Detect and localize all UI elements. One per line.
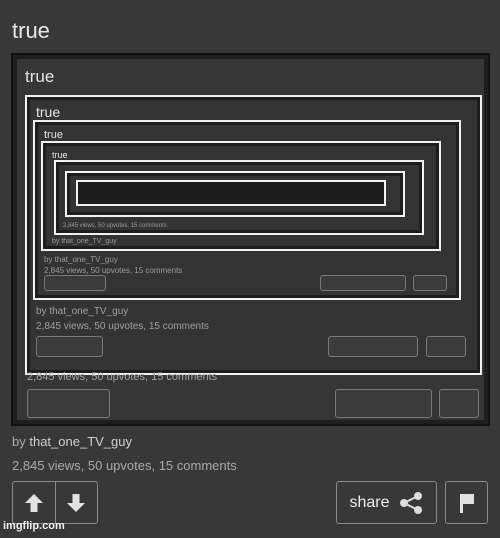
nested-flag-3 xyxy=(413,275,447,291)
nested-share-3 xyxy=(320,275,406,291)
nested-stats-3: 2,845 views, 50 upvotes, 15 comments xyxy=(44,266,183,275)
flag-button[interactable] xyxy=(445,481,488,524)
meme-image-frame: true true true true 2,845 views, 50 upvo… xyxy=(17,59,484,420)
post-stats: 2,845 views, 50 upvotes, 15 comments xyxy=(12,458,237,473)
embedded-vote-group xyxy=(27,389,110,418)
upvote-button[interactable] xyxy=(13,482,55,523)
embedded-title: true xyxy=(25,67,55,86)
nested-screenshot-2: true true 2,845 views, 50 upvotes, 15 co… xyxy=(33,120,461,300)
embedded-stats: 2,845 views, 50 upvotes, 15 comments xyxy=(27,371,218,383)
post-title: true xyxy=(12,18,50,43)
nested-author-3: by that_one_TV_guy xyxy=(44,255,118,264)
nested-title-1: true xyxy=(36,104,61,120)
nested-vote-2 xyxy=(36,336,103,357)
nested-share-2 xyxy=(328,336,418,357)
embedded-flag-button xyxy=(439,389,479,418)
upvote-arrow-icon xyxy=(24,493,43,512)
nested-flag-2 xyxy=(426,336,466,357)
nested-screenshot-6 xyxy=(76,180,386,206)
share-label: share xyxy=(349,493,390,511)
share-icon xyxy=(399,491,422,514)
nested-title-3: true xyxy=(52,150,68,160)
author-line: by that_one_TV_guy xyxy=(12,434,132,449)
nested-stats-2: 2,845 views, 50 upvotes, 15 comments xyxy=(36,321,209,332)
share-button[interactable]: share xyxy=(336,481,437,524)
meme-post: true true true true true 2,845 views, 50… xyxy=(0,0,500,538)
meme-image[interactable]: true true true true 2,845 views, 50 upvo… xyxy=(11,53,490,426)
nested-vote-3 xyxy=(44,275,106,291)
downvote-arrow-icon xyxy=(67,493,86,512)
nested-screenshot-5 xyxy=(65,171,405,217)
vote-group xyxy=(12,481,98,524)
flag-icon xyxy=(459,493,474,513)
embedded-share-button xyxy=(335,389,432,418)
author-link[interactable]: that_one_TV_guy xyxy=(29,434,132,449)
nested-meta-5: 2,845 views, 50 upvotes, 15 comments xyxy=(63,223,167,229)
imgflip-watermark: imgflip.com xyxy=(3,520,65,532)
downvote-button[interactable] xyxy=(54,482,98,523)
nested-title-2: true xyxy=(44,129,63,141)
nested-screenshot-3: true 2,845 views, 50 upvotes, 15 comment… xyxy=(41,141,441,251)
author-prefix: by xyxy=(12,434,26,449)
nested-screenshot-1: true true true 2,845 views, 50 upvotes, … xyxy=(25,95,482,375)
nested-author-4: by that_one_TV_guy xyxy=(52,238,117,245)
nested-screenshot-4: 2,845 views, 50 upvotes, 15 comments xyxy=(54,160,424,235)
nested-author-2: by that_one_TV_guy xyxy=(36,306,129,317)
